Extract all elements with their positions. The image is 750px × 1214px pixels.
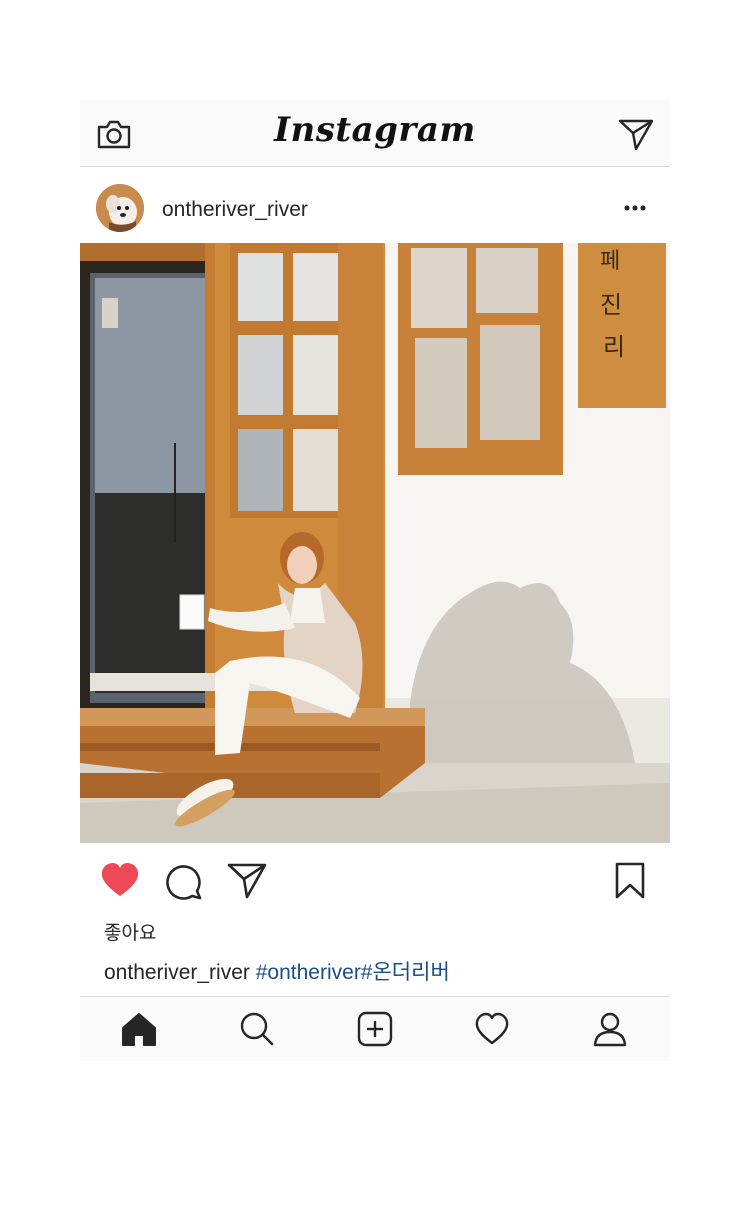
sign-char-3: 리	[603, 333, 625, 361]
instagram-frame: Instagram ontheriver_river 페 진 리 좋아요 ont…	[80, 100, 670, 1061]
top-bar: Instagram	[80, 100, 670, 167]
post-photo[interactable]: 페 진 리	[80, 243, 670, 843]
bottom-tab-bar	[80, 996, 670, 1061]
bookmark-icon[interactable]	[610, 861, 650, 901]
post-caption: ontheriver_river #ontheriver#온더리버	[104, 956, 450, 986]
more-dots-icon[interactable]	[624, 205, 646, 211]
post-header: ontheriver_river	[80, 167, 670, 243]
search-icon[interactable]	[239, 1011, 275, 1047]
caption-hashtags[interactable]: #ontheriver#온더리버	[256, 961, 450, 984]
add-post-icon[interactable]	[357, 1011, 393, 1047]
profile-icon[interactable]	[592, 1011, 628, 1047]
heart-filled-icon[interactable]	[100, 861, 140, 901]
likes-label[interactable]: 좋아요	[104, 918, 156, 945]
heart-icon[interactable]	[474, 1011, 510, 1047]
avatar[interactable]	[96, 184, 144, 232]
post-username[interactable]: ontheriver_river	[162, 198, 308, 222]
home-icon[interactable]	[121, 1011, 157, 1047]
caption-username[interactable]: ontheriver_river	[104, 961, 250, 984]
post-actions	[80, 843, 670, 919]
sign-char-1: 페	[600, 249, 620, 274]
paper-plane-icon[interactable]	[618, 118, 654, 152]
post-photo-illustration: 페 진 리	[80, 243, 670, 843]
instagram-logo: Instagram	[274, 110, 476, 150]
paper-plane-icon[interactable]	[227, 861, 267, 901]
comment-icon[interactable]	[164, 861, 204, 901]
dog-avatar-image	[96, 184, 144, 232]
sign-char-2: 진	[600, 291, 622, 319]
